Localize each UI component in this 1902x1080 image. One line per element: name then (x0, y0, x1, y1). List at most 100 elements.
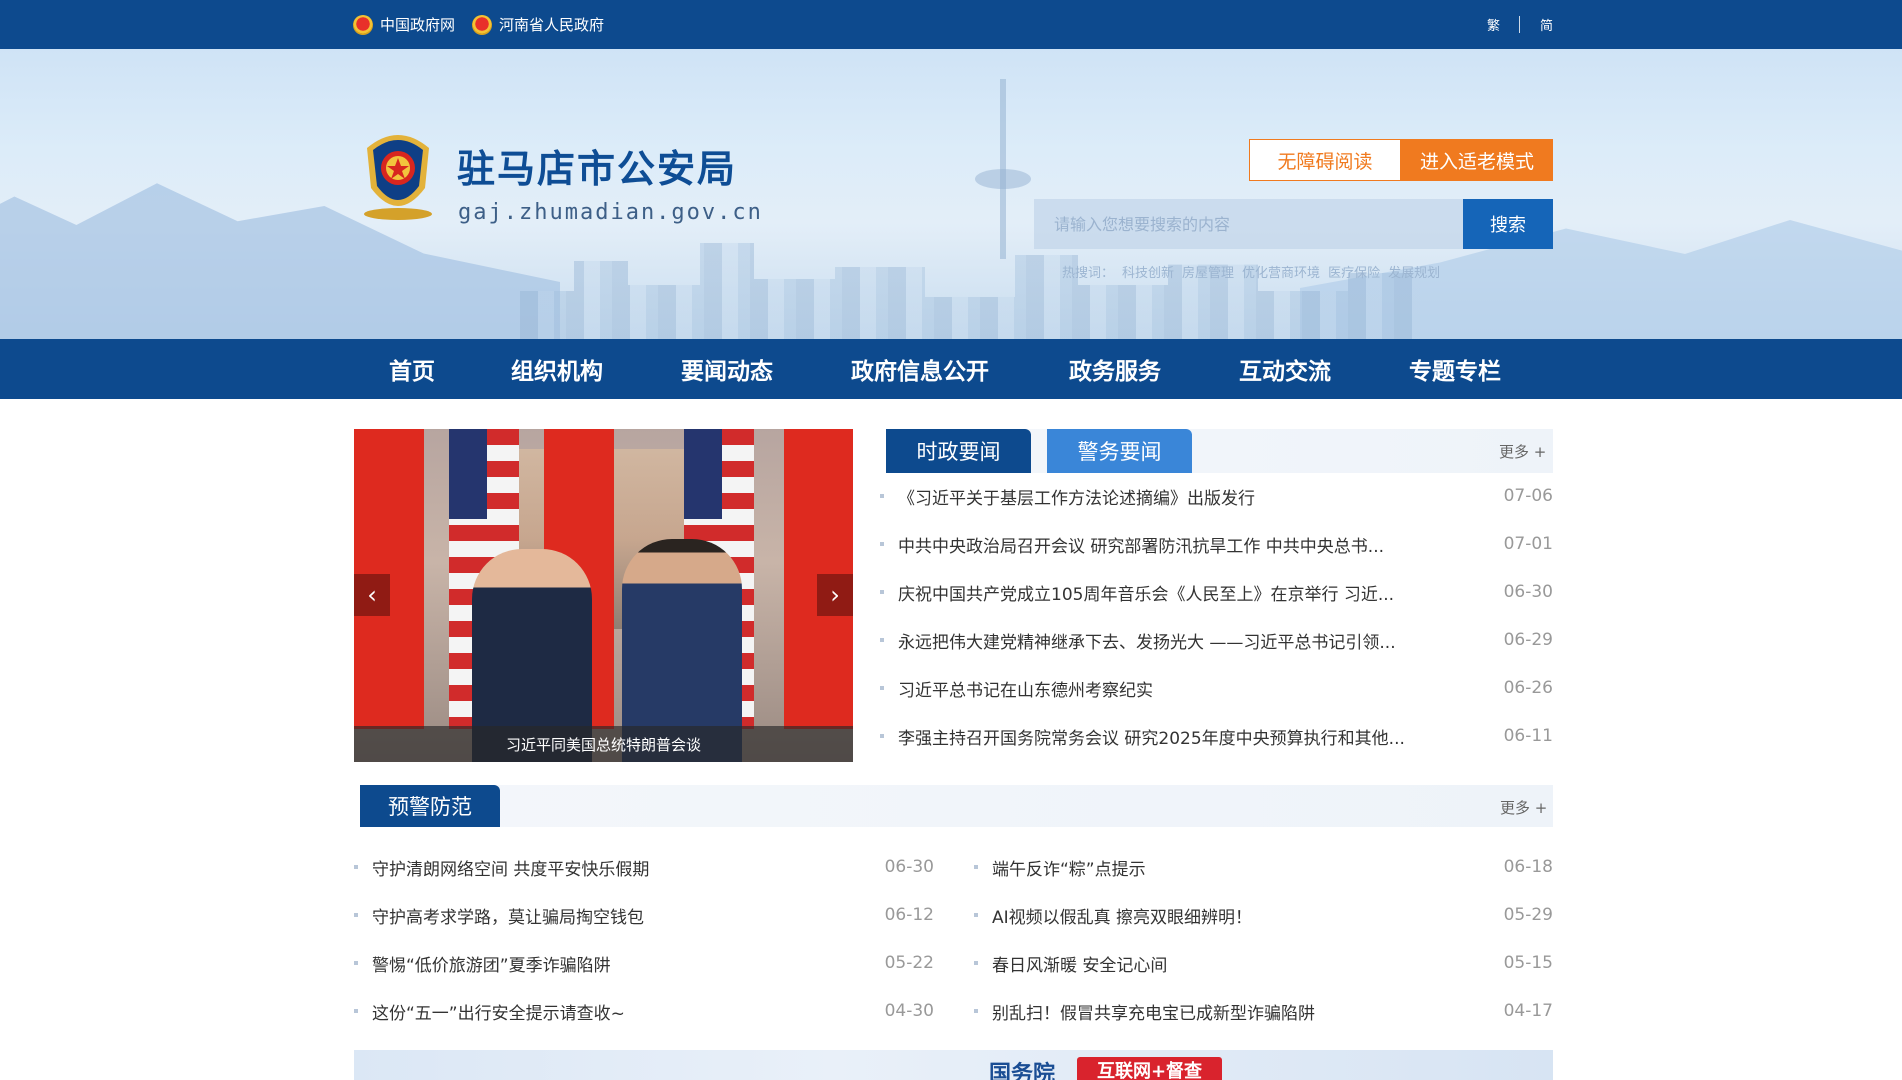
hot-word[interactable]: 优化营商环境 (1242, 262, 1320, 281)
nav-item-home[interactable]: 首页 (389, 339, 435, 399)
news-tabbar: 时政要闻 警务要闻 更多 + (886, 429, 1553, 473)
news-date: 07-06 (1503, 486, 1553, 506)
warning-date: 05-22 (884, 953, 934, 973)
news-date: 06-30 (1503, 582, 1553, 602)
list-item[interactable]: 《习近平关于基层工作方法论述摘编》出版发行 07-06 (880, 472, 1553, 520)
list-item[interactable]: 永远把伟大建党精神继承下去、发扬光大 ——习近平总书记引领... 06-29 (880, 616, 1553, 664)
lang-simplified[interactable]: 简 (1540, 0, 1553, 49)
nav-item-interaction[interactable]: 互动交流 (1239, 339, 1331, 399)
list-item[interactable]: 春日风渐暖 安全记心间 05-15 (974, 939, 1553, 987)
warning-date: 06-30 (884, 857, 934, 877)
news-title[interactable]: 李强主持召开国务院常务会议 研究2025年度中央预算执行和其他... (898, 724, 1493, 749)
warning-title[interactable]: 春日风渐暖 安全记心间 (992, 951, 1493, 976)
list-item[interactable]: 习近平总书记在山东德州考察纪实 06-26 (880, 664, 1553, 712)
news-date: 06-26 (1503, 678, 1553, 698)
bullet-icon (880, 686, 884, 690)
carousel-next-icon[interactable]: › (817, 574, 853, 616)
bullet-icon (880, 638, 884, 642)
list-item[interactable]: 守护清朗网络空间 共度平安快乐假期 06-30 (354, 843, 934, 891)
top-bar-inner: 中国政府网 河南省人民政府 繁 简 (353, 0, 1553, 49)
warning-section-header: 预警防范 更多 + (360, 785, 1553, 827)
lang-divider (1519, 16, 1520, 33)
bullet-icon (880, 542, 884, 546)
bullet-icon (974, 913, 978, 917)
hot-words-label: 热搜词： (1062, 266, 1115, 281)
warning-more-link[interactable]: 更多 + (1500, 785, 1547, 829)
bullet-icon (880, 494, 884, 498)
news-date: 07-01 (1503, 534, 1553, 554)
main-nav: 首页 组织机构 要闻动态 政府信息公开 政务服务 互动交流 专题专栏 (0, 339, 1902, 399)
bullet-icon (974, 865, 978, 869)
warning-date: 06-18 (1503, 857, 1553, 877)
warning-title[interactable]: 警惕“低价旅游团”夏季诈骗陷阱 (372, 951, 874, 976)
bullet-icon (354, 865, 358, 869)
search-button[interactable]: 搜索 (1463, 199, 1553, 249)
hot-words: 热搜词： 科技创新 房屋管理 优化营商环境 医疗保险 发展规划 (1062, 262, 1448, 281)
carousel-caption[interactable]: 习近平同美国总统特朗普会谈 (354, 726, 853, 762)
bottom-banner[interactable]: 国务院 互联网+督查 (354, 1050, 1553, 1080)
bullet-icon (354, 913, 358, 917)
news-more-link[interactable]: 更多 + (1499, 429, 1546, 473)
warning-title[interactable]: 守护清朗网络空间 共度平安快乐假期 (372, 855, 874, 880)
nav-item-gov-info[interactable]: 政府信息公开 (851, 339, 989, 399)
warning-title[interactable]: 别乱扫！假冒共享充电宝已成新型诈骗陷阱 (992, 999, 1493, 1024)
warning-date: 05-29 (1503, 905, 1553, 925)
nav-item-topics[interactable]: 专题专栏 (1409, 339, 1501, 399)
nav-item-organization[interactable]: 组织机构 (511, 339, 603, 399)
list-item[interactable]: 这份“五一”出行安全提示请查收~ 04-30 (354, 987, 934, 1035)
national-emblem-icon (472, 14, 492, 35)
bullet-icon (974, 1009, 978, 1013)
warning-title[interactable]: AI视频以假乱真 擦亮双眼细辨明！ (992, 903, 1493, 928)
bullet-icon (354, 961, 358, 965)
warning-title[interactable]: 这份“五一”出行安全提示请查收~ (372, 999, 874, 1024)
hot-word[interactable]: 发展规划 (1388, 262, 1440, 281)
news-title[interactable]: 《习近平关于基层工作方法论述摘编》出版发行 (898, 484, 1493, 509)
national-emblem-icon (353, 14, 373, 35)
news-title[interactable]: 庆祝中国共产党成立105周年音乐会《人民至上》在京举行 习近... (898, 580, 1493, 605)
tower-decoration (975, 169, 1031, 189)
nav-item-news[interactable]: 要闻动态 (681, 339, 773, 399)
warning-title[interactable]: 端午反诈“粽”点提示 (992, 855, 1493, 880)
warning-date: 06-12 (884, 905, 934, 925)
tab-police-news[interactable]: 警务要闻 (1047, 429, 1192, 473)
lang-traditional[interactable]: 繁 (1487, 0, 1500, 49)
news-title[interactable]: 永远把伟大建党精神继承下去、发扬光大 ——习近平总书记引领... (898, 628, 1493, 653)
warning-title[interactable]: 守护高考求学路，莫让骗局掏空钱包 (372, 903, 874, 928)
list-item[interactable]: 守护高考求学路，莫让骗局掏空钱包 06-12 (354, 891, 934, 939)
nav-item-services[interactable]: 政务服务 (1069, 339, 1161, 399)
list-item[interactable]: 警惕“低价旅游团”夏季诈骗陷阱 05-22 (354, 939, 934, 987)
search-input[interactable] (1034, 199, 1463, 249)
news-title[interactable]: 习近平总书记在山东德州考察纪实 (898, 676, 1493, 701)
link-gov-cn[interactable]: 中国政府网 (353, 0, 455, 49)
hot-word[interactable]: 房屋管理 (1182, 262, 1234, 281)
site-name: 驻马店市公安局 (457, 147, 738, 191)
link-henan-gov-label: 河南省人民政府 (499, 16, 605, 34)
accessibility-button[interactable]: 无障碍阅读 (1249, 139, 1401, 181)
news-carousel[interactable]: ‹ › 习近平同美国总统特朗普会谈 (354, 429, 853, 762)
site-domain: gaj.zhumadian.gov.cn (458, 200, 763, 225)
list-item[interactable]: 李强主持召开国务院常务会议 研究2025年度中央预算执行和其他... 06-11 (880, 712, 1553, 760)
bullet-icon (354, 1009, 358, 1013)
news-date: 06-11 (1503, 726, 1553, 746)
elder-mode-button[interactable]: 进入适老模式 (1401, 139, 1553, 181)
list-item[interactable]: AI视频以假乱真 擦亮双眼细辨明！ 05-29 (974, 891, 1553, 939)
list-item[interactable]: 别乱扫！假冒共享充电宝已成新型诈骗陷阱 04-17 (974, 987, 1553, 1035)
banner-badge: 互联网+督查 (1077, 1057, 1222, 1080)
warning-date: 04-30 (884, 1001, 934, 1021)
bullet-icon (974, 961, 978, 965)
link-henan-gov[interactable]: 河南省人民政府 (472, 0, 604, 49)
carousel-prev-icon[interactable]: ‹ (354, 574, 390, 616)
list-item[interactable]: 端午反诈“粽”点提示 06-18 (974, 843, 1553, 891)
top-bar: 中国政府网 河南省人民政府 繁 简 (0, 0, 1902, 49)
warning-date: 04-17 (1503, 1001, 1553, 1021)
list-item[interactable]: 中共中央政治局召开会议 研究部署防汛抗旱工作 中共中央总书... 07-01 (880, 520, 1553, 568)
news-date: 06-29 (1503, 630, 1553, 650)
hot-word[interactable]: 科技创新 (1122, 262, 1174, 281)
hot-word[interactable]: 医疗保险 (1328, 262, 1380, 281)
tab-politics-news[interactable]: 时政要闻 (886, 429, 1031, 473)
police-emblem-icon (364, 135, 432, 220)
news-title[interactable]: 中共中央政治局召开会议 研究部署防汛抗旱工作 中共中央总书... (898, 532, 1493, 557)
link-gov-cn-label: 中国政府网 (380, 16, 456, 34)
warning-section-title[interactable]: 预警防范 (360, 785, 500, 827)
list-item[interactable]: 庆祝中国共产党成立105周年音乐会《人民至上》在京举行 习近... 06-30 (880, 568, 1553, 616)
